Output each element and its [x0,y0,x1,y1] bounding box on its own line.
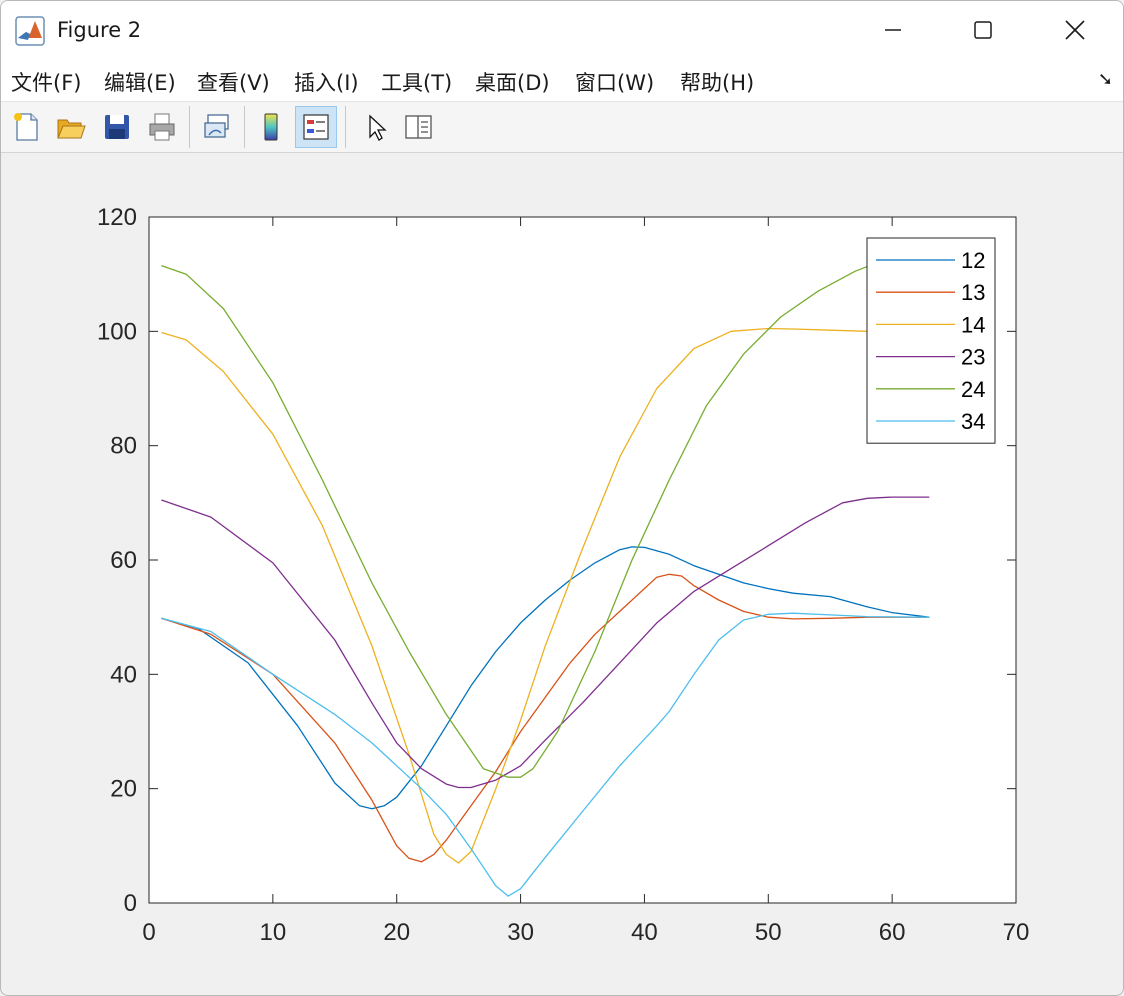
property-inspector-button[interactable] [397,106,439,148]
x-tick-label: 10 [260,919,287,946]
legend-label-13: 13 [961,280,985,305]
menu-file[interactable]: 文件(F) [11,67,81,97]
legend-icon [303,114,329,140]
matlab-logo-icon [15,16,45,46]
menu-help[interactable]: 帮助(H) [680,67,754,97]
y-tick-label: 20 [110,776,137,803]
menu-window[interactable]: 窗口(W) [575,67,654,97]
legend-label-34: 34 [961,409,985,434]
new-file-icon [14,113,38,141]
x-tick-label: 20 [383,919,410,946]
menu-edit[interactable]: 编辑(E) [104,67,176,97]
legend-label-23: 23 [961,345,985,370]
print-button[interactable] [141,106,183,148]
y-tick-label: 40 [110,661,137,688]
open-file-button[interactable] [50,106,92,148]
folder-open-icon [57,119,86,139]
legend-label-24: 24 [961,377,985,402]
x-tick-label: 60 [879,919,906,946]
toolbar-separator [189,106,190,148]
legend[interactable]: 12 13 14 23 24 34 [866,237,996,444]
new-figure-button[interactable] [5,106,47,148]
menu-view[interactable]: 查看(V) [197,67,270,97]
close-button[interactable] [1029,1,1121,59]
x-tick-label: 30 [507,919,534,946]
legend-label-14: 14 [961,312,985,337]
link-plot-button[interactable] [196,106,238,148]
y-tick-label: 0 [124,890,137,917]
y-tick-label: 80 [110,433,137,460]
insert-legend-button[interactable] [295,106,337,148]
x-tick-label: 0 [142,919,155,946]
edit-plot-button[interactable] [353,106,395,148]
menu-desktop[interactable]: 桌面(D) [475,67,550,97]
insert-colorbar-button[interactable] [250,106,292,148]
property-panel-icon [405,115,432,139]
title-bar: Figure 2 [1,1,1123,59]
x-tick-label: 70 [1003,919,1030,946]
line-chart[interactable]: 0 10 20 30 40 50 60 70 0 20 40 60 80 100 120 12 13 14 23 2… [1,153,1123,995]
legend-label-12: 12 [961,248,985,273]
pointer-arrow-icon [369,114,387,141]
toolbar-separator [345,106,346,148]
close-icon [1065,20,1085,40]
menu-insert[interactable]: 插入(I) [294,67,359,97]
figure-canvas: 0 10 20 30 40 50 60 70 0 20 40 60 80 100 120 12 13 14 23 2… [1,153,1123,995]
dock-arrow-icon[interactable]: ➘ [1098,69,1113,90]
x-tick-label: 50 [755,919,782,946]
minimize-icon [885,29,901,31]
window-title: Figure 2 [57,18,142,42]
y-tick-label: 120 [97,204,137,231]
y-tick-label: 60 [110,547,137,574]
x-tick-label: 40 [631,919,658,946]
menu-tools[interactable]: 工具(T) [381,67,452,97]
save-disk-icon [105,115,129,139]
toolbar-separator [244,106,245,148]
maximize-icon [974,21,992,39]
figure-toolbar [1,102,1123,153]
maximize-button[interactable] [937,1,1029,59]
minimize-button[interactable] [847,1,939,59]
link-plot-icon [204,114,229,138]
menu-bar: 文件(F) 编辑(E) 查看(V) 插入(I) 工具(T) 桌面(D) 窗口(W… [1,59,1123,102]
printer-icon [149,113,175,141]
figure-window: Figure 2 文件(F) 编辑(E) 查看(V) 插入(I) 工具(T) 桌… [0,0,1124,996]
colorbar-icon [264,113,278,141]
y-tick-label: 100 [97,318,137,345]
save-button[interactable] [96,106,138,148]
